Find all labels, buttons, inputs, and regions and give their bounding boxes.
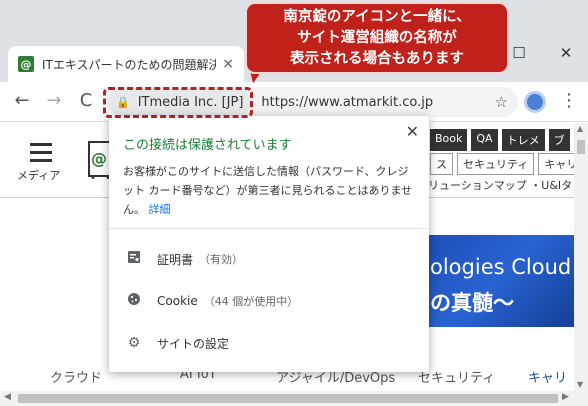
callout-line-1: 南京錠のアイコンと一緒に、 (283, 9, 471, 25)
cookie-label: Cookie (157, 294, 198, 308)
close-window-button[interactable]: ✕ (551, 44, 581, 62)
site-info-popup: ✕ この接続は保護されています お客様がこのサイトに送信した情報（パスワード、ク… (109, 116, 429, 372)
tag-bu[interactable]: ブ (548, 129, 570, 151)
cookie-icon (125, 292, 143, 310)
url-text: https://www.atmarkit.co.jp (261, 94, 434, 110)
category-security[interactable]: セキュリティ (418, 367, 495, 386)
scroll-down-arrow-icon[interactable]: ▼ (577, 380, 583, 389)
browser-menu-icon[interactable]: ⋮ (560, 90, 578, 111)
logo-at-text: @ (91, 149, 107, 168)
light-tag-row: ス セキュリティ キャリア (430, 153, 574, 175)
callout-line-2: サイト運営組織の名称が (297, 30, 457, 46)
details-link[interactable]: 詳細 (149, 203, 171, 216)
tag-toreme[interactable]: トレメ (501, 129, 545, 151)
tag-su[interactable]: ス (430, 153, 453, 175)
category-career[interactable]: キャリ (528, 367, 567, 386)
media-menu-label: メディア (17, 169, 61, 182)
settings-icon: ⚙ (127, 335, 141, 351)
vertical-scroll-thumb[interactable] (577, 140, 585, 154)
extension-icon[interactable] (524, 91, 546, 113)
scroll-up-arrow-icon[interactable]: ▲ (577, 124, 583, 133)
site-identity-highlight (103, 87, 253, 118)
tag-security[interactable]: セキュリティ (457, 153, 535, 175)
cookie-row[interactable]: Cookie （44 個が使用中） (125, 290, 298, 312)
tab-close-icon[interactable]: × (222, 56, 234, 72)
annotation-callout: 南京錠のアイコンと一緒に、 サイト運営組織の名称が 表示される場合もあります (245, 2, 509, 74)
scroll-right-arrow-icon[interactable]: ▶ (562, 392, 569, 402)
certificate-row[interactable]: 証明書 （有効） (125, 248, 243, 270)
category-cloud[interactable]: クラウド (50, 367, 102, 386)
site-favicon-icon: @ (18, 56, 34, 72)
tab-title: ITエキスパートのための問題解決メディア (42, 57, 217, 72)
scroll-left-arrow-icon[interactable]: ◀ (4, 392, 11, 402)
banner-line-1: ologies Cloud (430, 255, 572, 279)
vertical-scrollbar[interactable] (574, 123, 588, 391)
browser-tab[interactable]: @ ITエキスパートのための問題解決メディア × (8, 46, 244, 82)
dark-tag-row: Book QA トレメ ブ (430, 129, 570, 151)
popup-close-icon[interactable]: ✕ (406, 122, 419, 141)
connection-secure-title: この接続は保護されています (123, 138, 292, 153)
hamburger-menu-icon[interactable] (30, 143, 52, 167)
popup-divider (109, 228, 429, 229)
forward-button[interactable]: → (42, 90, 66, 111)
sub-links[interactable]: リューションマップ ・U&Iタ (428, 177, 572, 193)
bookmark-star-icon[interactable]: ☆ (495, 93, 508, 111)
site-settings-row[interactable]: ⚙ サイトの設定 (125, 332, 229, 354)
reload-button[interactable]: C (74, 90, 98, 111)
connection-description: お客様がこのサイトに送信した情報（パスワード、クレジット カード番号など）が第三… (123, 162, 413, 219)
tag-career[interactable]: キャリア (538, 153, 574, 175)
certificate-status: （有効） (199, 253, 244, 266)
site-settings-label: サイトの設定 (157, 336, 230, 351)
banner-line-2: の真髄～ (430, 291, 514, 315)
back-button[interactable]: ← (10, 90, 34, 111)
certificate-label: 証明書 (157, 252, 194, 267)
tag-qa[interactable]: QA (471, 129, 498, 151)
certificate-icon (125, 250, 143, 268)
ad-banner[interactable]: ologies Cloud の真髄～ (428, 235, 574, 327)
callout-line-3: 表示される場合もあります (290, 51, 464, 67)
tag-book[interactable]: Book (430, 129, 468, 151)
horizontal-scroll-thumb[interactable] (18, 394, 558, 403)
cookie-count: （44 個が使用中） (203, 295, 299, 308)
